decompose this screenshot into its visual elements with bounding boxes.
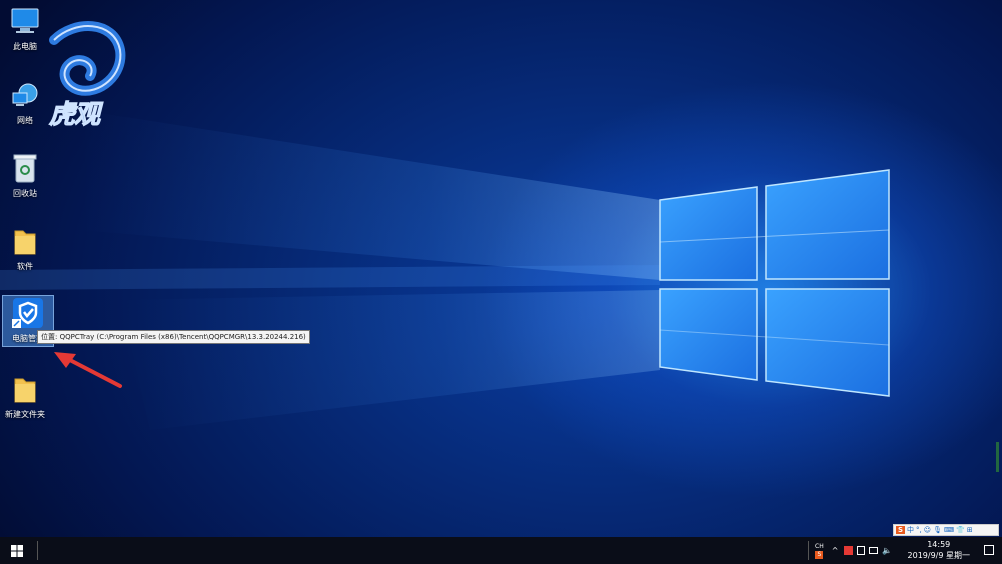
ime-punctuation-toggle[interactable]: °,: [916, 526, 922, 534]
desktop[interactable]: 虎观 此电脑 网络 回收站 软件 电脑管家 位置: QQPCTray (C:\P…: [0, 0, 1002, 537]
clock-date: 2019/9/9 星期一: [907, 551, 970, 560]
ime-toolbox-icon[interactable]: ⊞: [967, 526, 973, 534]
ime-voice-icon[interactable]: 🎙: [933, 526, 942, 534]
taskbar: CH S ^ 🔈 14:59 2019/9/9 星期一: [0, 537, 1002, 564]
desktop-icon-new-folder[interactable]: 新建文件夹: [0, 372, 50, 420]
desktop-icon-software-folder[interactable]: 软件: [0, 224, 50, 272]
desktop-icon-this-pc[interactable]: 此电脑: [0, 4, 50, 52]
desktop-icon-network[interactable]: 网络: [0, 78, 50, 126]
ime-mode-toggle[interactable]: 中: [907, 525, 914, 535]
windows-wallpaper-logo: [0, 110, 890, 430]
language-indicator[interactable]: CH S: [815, 543, 824, 559]
system-tray: CH S ^ 🔈: [808, 537, 892, 564]
ime-skin-icon[interactable]: 👕: [956, 526, 965, 534]
tencent-pc-manager-icon: [11, 296, 45, 330]
desktop-icon-recycle-bin[interactable]: 回收站: [0, 151, 50, 199]
network-icon: [8, 78, 42, 112]
ime-toolbar[interactable]: S 中 °, ☺ 🎙 ⌨ 👕 ⊞: [893, 524, 999, 536]
sogou-tray-icon[interactable]: S: [815, 550, 824, 559]
red-arrow-annotation: [54, 352, 122, 388]
battery-icon[interactable]: [857, 546, 866, 555]
show-hidden-icons-chevron-icon[interactable]: ^: [832, 546, 839, 555]
watermark-text: 虎观: [48, 100, 100, 131]
language-code: CH: [815, 542, 824, 550]
taskbar-clock[interactable]: 14:59 2019/9/9 星期一: [908, 539, 970, 561]
taskbar-divider: [37, 541, 38, 560]
ime-keyboard-icon[interactable]: ⌨: [944, 526, 954, 534]
desktop-icon-label: 新建文件夹: [5, 410, 45, 419]
sogou-logo-icon[interactable]: S: [896, 526, 906, 534]
clock-time: 14:59: [927, 540, 951, 549]
network-tray-icon[interactable]: [869, 547, 879, 554]
computer-icon: [8, 4, 42, 38]
windows-start-icon: [11, 544, 23, 557]
pc-manager-tray-icon[interactable]: [844, 546, 854, 555]
folder-icon: [8, 372, 42, 406]
folder-icon: [8, 224, 42, 258]
recycle-bin-icon: [8, 151, 42, 185]
edge-handle-icon: [996, 442, 999, 472]
start-button[interactable]: [0, 537, 34, 564]
icon-location-tooltip: 位置: QQPCTray (C:\Program Files (x86)\Ten…: [37, 330, 310, 344]
action-center-notification-icon[interactable]: [984, 545, 994, 555]
desktop-icon-label: 软件: [17, 262, 33, 271]
desktop-icon-label: 回收站: [13, 189, 37, 198]
ime-emoji-icon[interactable]: ☺: [924, 526, 931, 534]
tray-divider: [808, 541, 809, 560]
desktop-icon-label: 此电脑: [13, 42, 37, 51]
desktop-icon-label: 网络: [17, 116, 33, 125]
volume-icon[interactable]: 🔈: [882, 546, 892, 555]
